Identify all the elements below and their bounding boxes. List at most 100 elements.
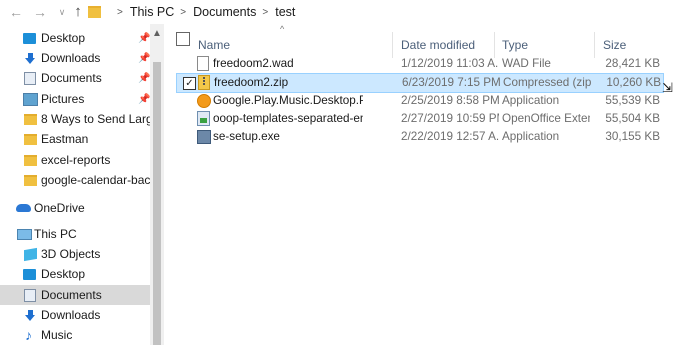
nav-item-label: Documents bbox=[41, 71, 102, 85]
file-list: ^ Name Date modified Type Size freedoom2… bbox=[164, 24, 666, 345]
breadcrumb-chevron-icon[interactable]: > bbox=[262, 7, 268, 18]
file-date: 2/22/2019 12:57 A... bbox=[401, 130, 499, 143]
nav-item-label: Music bbox=[41, 328, 73, 342]
breadcrumb-chevron-icon[interactable]: > bbox=[180, 7, 186, 18]
oxt-file-icon bbox=[197, 111, 210, 126]
scrollbar-thumb[interactable] bbox=[153, 62, 161, 345]
nav-item-documents-pc[interactable]: Documents bbox=[0, 285, 150, 305]
file-type: WAD File bbox=[502, 57, 551, 70]
zip-file-icon bbox=[198, 75, 210, 90]
desktop-icon bbox=[23, 268, 36, 280]
pictures-icon bbox=[23, 92, 38, 106]
nav-item-desktop-pc[interactable]: Desktop bbox=[0, 264, 150, 284]
file-row[interactable]: ooop-templates-separated-en-us-2.8.... 2… bbox=[176, 110, 662, 129]
nav-item-label: 3D Objects bbox=[41, 247, 101, 261]
file-size: 30,155 KB bbox=[605, 130, 660, 143]
folder-icon bbox=[24, 174, 37, 186]
nav-item-label: Pictures bbox=[41, 92, 85, 106]
nav-item-label: google-calendar-backgr bbox=[41, 173, 150, 187]
file-row-selected[interactable]: ✓ freedoom2.zip 6/23/2019 7:15 PM Compre… bbox=[176, 73, 664, 93]
documents-icon bbox=[24, 288, 36, 302]
pin-icon[interactable]: 📌 bbox=[138, 94, 150, 105]
wad-file-icon bbox=[197, 56, 209, 71]
scroll-up-arrow-icon[interactable]: ▲ bbox=[152, 28, 162, 39]
file-size: 55,539 KB bbox=[605, 94, 660, 107]
folder-icon bbox=[24, 113, 37, 125]
nav-item-label: This PC bbox=[34, 227, 77, 241]
nav-item-this-pc[interactable]: This PC bbox=[0, 224, 150, 244]
nav-item-excel-reports[interactable]: excel-reports bbox=[0, 150, 150, 170]
nav-item-downloads-pc[interactable]: Downloads bbox=[0, 305, 150, 325]
nav-item-pictures[interactable]: Pictures 📌 bbox=[0, 89, 150, 109]
nav-item-3d-objects[interactable]: 3D Objects bbox=[0, 244, 150, 264]
file-name: ooop-templates-separated-en-us-2.8.... bbox=[213, 112, 363, 125]
nav-item-label: 8 Ways to Send Large Fil bbox=[41, 112, 150, 126]
file-row[interactable]: freedoom2.wad 1/12/2019 11:03 A... WAD F… bbox=[176, 55, 662, 74]
nav-item-label: Desktop bbox=[41, 31, 86, 45]
select-all-checkbox[interactable] bbox=[176, 32, 190, 46]
pin-icon[interactable]: 📌 bbox=[138, 53, 150, 64]
breadcrumb: > This PC > Documents > test bbox=[88, 0, 295, 24]
nav-item-label: OneDrive bbox=[34, 201, 85, 215]
breadcrumb-test[interactable]: test bbox=[275, 5, 295, 19]
folder-icon bbox=[24, 133, 37, 145]
nav-item-label: Downloads bbox=[41, 308, 101, 322]
up-arrow-icon[interactable]: ↑ bbox=[70, 3, 86, 21]
nav-item-label: Documents bbox=[41, 288, 102, 302]
gpm-app-icon bbox=[197, 94, 211, 108]
download-icon bbox=[24, 309, 37, 321]
pin-icon[interactable]: 📌 bbox=[138, 33, 150, 44]
folder-icon bbox=[24, 154, 37, 166]
mouse-cursor-icon: ⇲ bbox=[662, 80, 673, 95]
navigation-pane: Desktop 📌 Downloads 📌 Documents 📌 Pictur… bbox=[0, 24, 150, 345]
nav-item-label: excel-reports bbox=[41, 153, 111, 167]
file-date: 1/12/2019 11:03 A... bbox=[401, 57, 499, 70]
nav-item-label: Eastman bbox=[41, 132, 89, 146]
breadcrumb-documents[interactable]: Documents bbox=[193, 5, 256, 19]
file-row[interactable]: Google.Play.Music.Desktop.Player.Setu...… bbox=[176, 92, 662, 111]
nav-item-label: Downloads bbox=[41, 51, 101, 65]
recent-locations-chevron-icon[interactable]: ∨ bbox=[54, 3, 70, 21]
file-size: 28,421 KB bbox=[605, 57, 660, 70]
file-name: freedoom2.wad bbox=[213, 57, 294, 70]
nav-item-desktop[interactable]: Desktop 📌 bbox=[0, 28, 150, 48]
breadcrumb-chevron-icon[interactable]: > bbox=[117, 7, 123, 18]
file-name: freedoom2.zip bbox=[214, 76, 289, 89]
navigation-scrollbar[interactable]: ▲ bbox=[150, 24, 164, 345]
file-date: 2/25/2019 8:58 PM bbox=[401, 94, 499, 107]
computer-icon bbox=[17, 228, 32, 240]
nav-item-onedrive[interactable]: OneDrive bbox=[0, 198, 150, 218]
file-size: 10,260 KB bbox=[606, 76, 661, 89]
file-list-scrollbar[interactable] bbox=[666, 24, 680, 345]
documents-icon bbox=[24, 71, 36, 85]
row-checkbox[interactable]: ✓ bbox=[183, 77, 196, 90]
file-type: Application bbox=[502, 94, 560, 107]
file-name: Google.Play.Music.Desktop.Player.Setu... bbox=[213, 94, 363, 107]
breadcrumb-this-pc[interactable]: This PC bbox=[130, 5, 174, 19]
music-icon: ♪ bbox=[25, 326, 32, 343]
file-name: se-setup.exe bbox=[213, 130, 280, 143]
forward-arrow-icon[interactable]: → bbox=[32, 3, 48, 21]
3d-objects-icon bbox=[24, 247, 37, 261]
download-icon bbox=[24, 52, 37, 64]
nav-item-8-ways[interactable]: 8 Ways to Send Large Fil bbox=[0, 109, 150, 129]
nav-item-eastman[interactable]: Eastman bbox=[0, 129, 150, 149]
exe-file-icon bbox=[197, 130, 211, 144]
nav-item-google-calendar[interactable]: google-calendar-backgr bbox=[0, 170, 150, 190]
pin-icon[interactable]: 📌 bbox=[138, 73, 150, 84]
file-row[interactable]: se-setup.exe 2/22/2019 12:57 A... Applic… bbox=[176, 128, 662, 147]
file-type: Compressed (zipp... bbox=[503, 76, 591, 89]
nav-item-downloads[interactable]: Downloads 📌 bbox=[0, 48, 150, 68]
folder-icon bbox=[88, 6, 101, 18]
file-date: 6/23/2019 7:15 PM bbox=[402, 76, 500, 89]
nav-item-documents[interactable]: Documents 📌 bbox=[0, 68, 150, 88]
nav-item-label: Desktop bbox=[41, 267, 86, 281]
file-type: OpenOffice Extens... bbox=[502, 112, 590, 125]
address-bar: ← → ∨ ↑ > This PC > Documents > test bbox=[0, 0, 680, 24]
file-date: 2/27/2019 10:59 PM bbox=[401, 112, 499, 125]
nav-item-music[interactable]: ♪ Music bbox=[0, 325, 150, 345]
desktop-icon bbox=[23, 32, 36, 44]
back-arrow-icon[interactable]: ← bbox=[8, 3, 24, 21]
file-size: 55,504 KB bbox=[605, 112, 660, 125]
onedrive-icon bbox=[16, 204, 31, 212]
